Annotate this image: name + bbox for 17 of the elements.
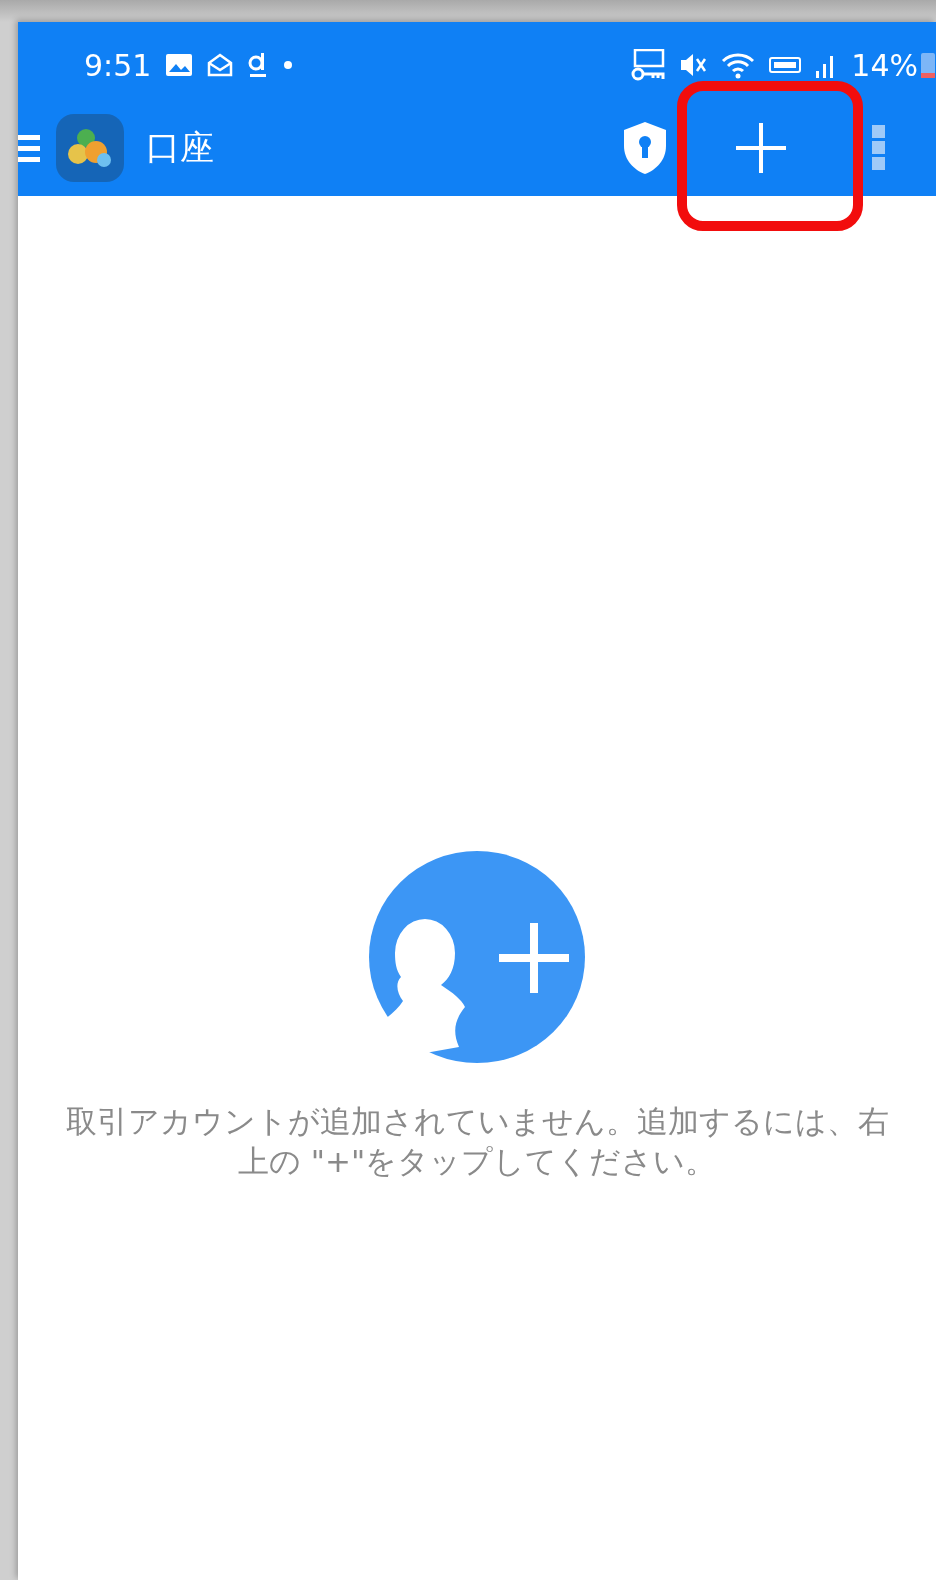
dot-icon xyxy=(283,60,294,70)
battery-icon xyxy=(920,51,936,79)
plus-icon xyxy=(736,123,786,173)
status-time: 9:51 xyxy=(84,47,152,83)
shield-icon[interactable] xyxy=(622,120,668,176)
app-logo xyxy=(56,114,124,182)
mute-icon xyxy=(679,51,708,79)
wifi-icon xyxy=(721,51,756,79)
key-icon xyxy=(631,49,666,81)
mail-icon xyxy=(207,53,234,77)
battery-percentage: 14% xyxy=(851,47,918,83)
image-icon xyxy=(165,53,194,77)
screen-title: 口座 xyxy=(146,126,214,169)
add-account-icon xyxy=(369,851,585,1063)
empty-state-message: 取引アカウントが追加されていません。追加するには、右上の "+"をタップしてください。 xyxy=(64,1102,890,1181)
volte-icon xyxy=(769,57,802,73)
menu-button[interactable] xyxy=(18,133,40,163)
